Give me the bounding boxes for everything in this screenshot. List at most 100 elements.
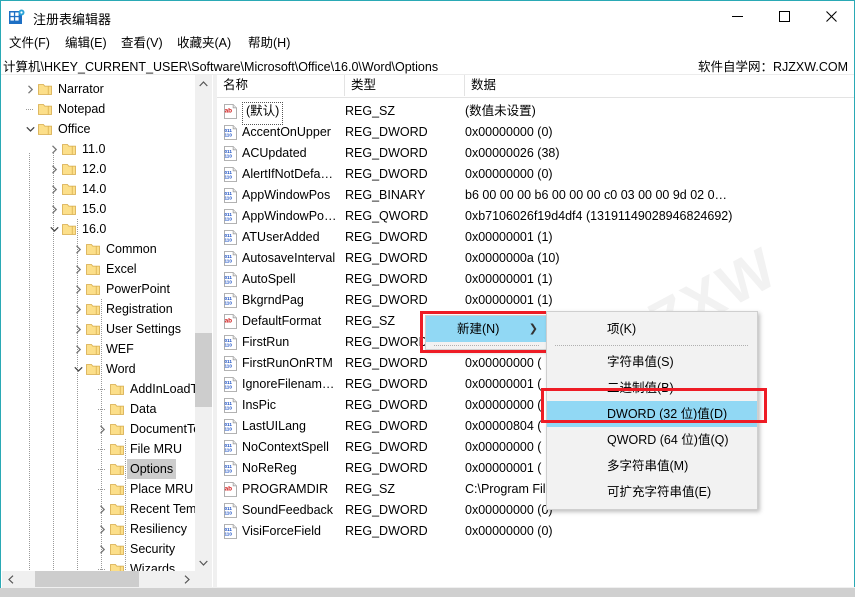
menu-help[interactable]: 帮助(H) bbox=[244, 34, 294, 52]
tree-node-narrator[interactable]: Narrator bbox=[2, 79, 107, 99]
submenu-item-qword-value[interactable]: QWORD (64 位)值(Q) bbox=[547, 427, 757, 453]
table-row[interactable]: 011110AccentOnUpperREG_DWORD0x00000000 (… bbox=[217, 122, 854, 143]
submenu-item-string-value[interactable]: 字符串值(S) bbox=[547, 349, 757, 375]
context-menu[interactable]: 新建(N) ❯ bbox=[425, 315, 549, 350]
tree-hscroll-thumb[interactable] bbox=[35, 571, 139, 588]
table-row[interactable]: 011110NoReRegREG_DWORD0x00000001 ( bbox=[217, 458, 854, 479]
tree-node-file-mru[interactable]: File MRU bbox=[2, 439, 185, 459]
tree-node-user-settings[interactable]: User Settings bbox=[2, 319, 184, 339]
tree-expander[interactable] bbox=[71, 359, 85, 379]
submenu-item-key[interactable]: 项(K) bbox=[547, 316, 757, 342]
tree-vertical-scrollbar[interactable] bbox=[195, 75, 212, 571]
column-header-type[interactable]: 类型 bbox=[345, 75, 465, 96]
tree-node-word[interactable]: Word bbox=[2, 359, 139, 379]
table-row[interactable]: 011110AlertIfNotDefa…REG_DWORD0x00000000… bbox=[217, 164, 854, 185]
tree-node-resiliency[interactable]: Resiliency bbox=[2, 519, 190, 539]
tree-node-15-0[interactable]: 15.0 bbox=[2, 199, 109, 219]
table-row[interactable]: 011110AppWindowPosREG_BINARYb6 00 00 00 … bbox=[217, 185, 854, 206]
tree-node-wizards[interactable]: Wizards bbox=[2, 559, 178, 571]
tree-node-powerpoint[interactable]: PowerPoint bbox=[2, 279, 173, 299]
table-row[interactable]: 011110NoContextSpellREG_DWORD0x00000000 … bbox=[217, 437, 854, 458]
value-type: REG_DWORD bbox=[345, 248, 428, 269]
table-row[interactable]: 011110AutoSpellREG_DWORD0x00000001 (1) bbox=[217, 269, 854, 290]
tree-node-11-0[interactable]: 11.0 bbox=[2, 139, 108, 159]
close-icon bbox=[826, 11, 837, 22]
submenu-item-expandable-string-value[interactable]: 可扩充字符串值(E) bbox=[547, 479, 757, 505]
tree-expander[interactable] bbox=[95, 519, 109, 539]
table-row[interactable]: 011110AppWindowPo…REG_QWORD0xb7106026f19… bbox=[217, 206, 854, 227]
tree-node-documentte[interactable]: DocumentTe bbox=[2, 419, 195, 439]
tree-node-data[interactable]: Data bbox=[2, 399, 159, 419]
dword-value-icon: 011110 bbox=[223, 377, 238, 392]
table-row[interactable]: 011110IgnoreFilenam…REG_DWORD0x00000001 … bbox=[217, 374, 854, 395]
tree-vscroll-thumb[interactable] bbox=[195, 333, 212, 407]
table-row[interactable]: 011110FirstRunOnRTMREG_DWORD0x00000000 ( bbox=[217, 353, 854, 374]
tree-node-wef[interactable]: WEF bbox=[2, 339, 137, 359]
value-type: REG_SZ bbox=[345, 479, 395, 500]
tree-node-addinloadti[interactable]: AddInLoadTi bbox=[2, 379, 195, 399]
tree-expander[interactable] bbox=[47, 139, 61, 159]
menu-file[interactable]: 文件(F) bbox=[5, 34, 54, 52]
tree-expander[interactable] bbox=[71, 239, 85, 259]
address-bar[interactable]: 计算机\HKEY_CURRENT_USER\Software\Microsoft… bbox=[1, 53, 854, 75]
tree-expander[interactable] bbox=[71, 299, 85, 319]
tree-scroll-down-button[interactable] bbox=[195, 554, 212, 571]
tree-node-options[interactable]: Options bbox=[2, 459, 176, 479]
table-row[interactable]: abPROGRAMDIRREG_SZC:\Program Files (x86)… bbox=[217, 479, 854, 500]
tree-node-excel[interactable]: Excel bbox=[2, 259, 140, 279]
menu-favorites[interactable]: 收藏夹(A) bbox=[173, 34, 235, 52]
tree-expander[interactable] bbox=[47, 179, 61, 199]
tree-horizontal-scrollbar[interactable] bbox=[2, 571, 195, 588]
tree-expander[interactable] bbox=[95, 499, 109, 519]
menu-view[interactable]: 查看(V) bbox=[117, 34, 167, 52]
menu-edit[interactable]: 编辑(E) bbox=[61, 34, 111, 52]
svg-text:110: 110 bbox=[225, 364, 233, 369]
submenu-item-binary-value[interactable]: 二进制值(B) bbox=[547, 375, 757, 401]
maximize-button[interactable] bbox=[761, 1, 807, 32]
dword-value-icon: 011110 bbox=[223, 419, 238, 434]
tree-node-16-0[interactable]: 16.0 bbox=[2, 219, 109, 239]
table-row[interactable]: ab(默认)REG_SZ(数值未设置) bbox=[217, 101, 854, 122]
tree-node-12-0[interactable]: 12.0 bbox=[2, 159, 109, 179]
tree-expander[interactable] bbox=[95, 539, 109, 559]
table-row[interactable]: 011110InsPicREG_DWORD0x00000000 ( bbox=[217, 395, 854, 416]
table-row[interactable]: 011110AutosaveIntervalREG_DWORD0x0000000… bbox=[217, 248, 854, 269]
tree-expander[interactable] bbox=[23, 119, 37, 139]
table-row[interactable]: 011110LastUILangREG_DWORD0x00000804 ( bbox=[217, 416, 854, 437]
tree-node-place-mru[interactable]: Place MRU bbox=[2, 479, 195, 499]
table-row[interactable]: 011110BkgrndPagREG_DWORD0x00000001 (1) bbox=[217, 290, 854, 311]
context-menu-item-new[interactable]: 新建(N) ❯ bbox=[426, 316, 548, 342]
tree-expander[interactable] bbox=[71, 259, 85, 279]
submenu-item-dword-value[interactable]: DWORD (32 位)值(D) bbox=[547, 401, 757, 427]
context-submenu[interactable]: 项(K) 字符串值(S) 二进制值(B) DWORD (32 位)值(D) QW… bbox=[546, 311, 758, 510]
table-row[interactable]: 011110ACUpdatedREG_DWORD0x00000026 (38) bbox=[217, 143, 854, 164]
tree-node-common[interactable]: Common bbox=[2, 239, 160, 259]
tree-node-recent-temp[interactable]: Recent Temp bbox=[2, 499, 195, 519]
tree-node-notepad[interactable]: Notepad bbox=[2, 99, 108, 119]
minimize-button[interactable] bbox=[714, 1, 760, 32]
tree-expander[interactable] bbox=[47, 199, 61, 219]
tree-scroll-left-button[interactable] bbox=[2, 571, 19, 588]
table-row[interactable]: 011110ATUserAddedREG_DWORD0x00000001 (1) bbox=[217, 227, 854, 248]
tree-expander[interactable] bbox=[47, 159, 61, 179]
tree-expander[interactable] bbox=[95, 419, 109, 439]
tree-node-registration[interactable]: Registration bbox=[2, 299, 176, 319]
table-row[interactable]: 011110VisiForceFieldREG_DWORD0x00000000 … bbox=[217, 521, 854, 542]
tree-expander[interactable] bbox=[71, 319, 85, 339]
tree-expander[interactable] bbox=[23, 79, 37, 99]
column-header-data[interactable]: 数据 bbox=[465, 75, 854, 96]
tree-node-office[interactable]: Office bbox=[2, 119, 93, 139]
tree-node-security[interactable]: Security bbox=[2, 539, 178, 559]
close-button[interactable] bbox=[808, 1, 854, 32]
desktop-strip bbox=[0, 588, 855, 597]
tree-node-14-0[interactable]: 14.0 bbox=[2, 179, 109, 199]
tree-scroll-right-button[interactable] bbox=[178, 571, 195, 588]
tree-scroll-up-button[interactable] bbox=[195, 75, 212, 92]
submenu-item-multi-string-value[interactable]: 多字符串值(M) bbox=[547, 453, 757, 479]
tree-expander[interactable] bbox=[71, 339, 85, 359]
tree-expander[interactable] bbox=[47, 219, 61, 239]
column-header-name[interactable]: 名称 bbox=[217, 75, 345, 96]
tree-expander[interactable] bbox=[71, 279, 85, 299]
table-row[interactable]: 011110SoundFeedbackREG_DWORD0x00000000 (… bbox=[217, 500, 854, 521]
svg-text:110: 110 bbox=[225, 196, 233, 201]
